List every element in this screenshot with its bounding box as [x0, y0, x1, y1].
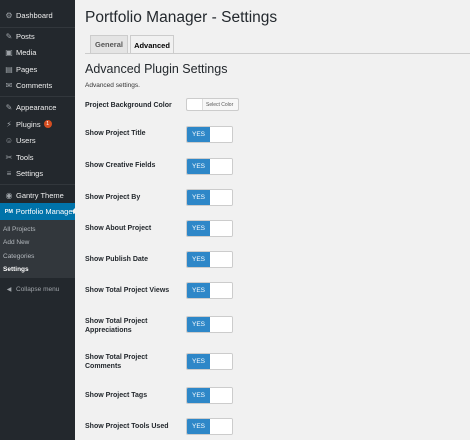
sidebar-item-dashboard[interactable]: ⚙ Dashboard: [0, 7, 75, 23]
sidebar-item-tools[interactable]: ✂ Tools: [0, 149, 75, 165]
tab-general[interactable]: General: [90, 35, 128, 53]
sidebar-item-label: Settings: [16, 168, 44, 178]
setting-label-total-project-comments: Show Total Project Comments: [85, 354, 148, 370]
sidebar-item-label: Users: [16, 135, 36, 145]
pin-icon: ✎: [5, 31, 13, 41]
submenu-categories[interactable]: Categories: [3, 253, 34, 260]
setting-label-total-project-appreciations: Show Total Project Appreciations: [85, 318, 148, 334]
submenu-settings[interactable]: Settings: [3, 266, 29, 273]
plugins-icon: ⚡: [6, 119, 12, 129]
sidebar-item-label: Plugins: [16, 119, 41, 129]
tools-icon: ✂: [5, 152, 13, 162]
sidebar-item-label: Posts: [16, 31, 35, 41]
setting-label-creative-fields: Show Creative Fields: [85, 162, 156, 169]
toggle-project-tags[interactable]: YES: [186, 387, 233, 404]
setting-label-project-title: Show Project Title: [85, 130, 146, 137]
toggle-on-state: YES: [187, 159, 210, 174]
toggle-about-project[interactable]: YES: [186, 220, 233, 237]
sidebar-item-comments[interactable]: ✉ Comments: [0, 77, 75, 93]
toggle-on-state: YES: [187, 127, 210, 142]
sidebar-item-settings[interactable]: ≡ Settings: [0, 165, 75, 181]
appearance-icon: ✎: [5, 102, 13, 112]
sidebar-item-pages[interactable]: ▤ Pages: [0, 61, 75, 77]
tab-advanced[interactable]: Advanced: [130, 35, 174, 54]
sidebar-item-gantry-theme[interactable]: ◉ Gantry Theme: [0, 187, 75, 203]
toggle-on-state: YES: [187, 283, 210, 298]
tab-divider: [85, 53, 470, 54]
collapse-menu-label: Collapse menu: [16, 285, 60, 293]
collapse-menu-button[interactable]: ◀ Collapse menu: [0, 281, 75, 297]
toggle-total-project-views[interactable]: YES: [186, 282, 233, 299]
toggle-project-title[interactable]: YES: [186, 126, 233, 143]
setting-label-project-tags: Show Project Tags: [85, 392, 148, 399]
settings-icon: ≡: [6, 168, 12, 178]
menu-separator: [0, 184, 75, 185]
toggle-on-state: YES: [187, 388, 210, 403]
setting-label-project-by: Show Project By: [85, 194, 141, 201]
toggle-project-tools-used[interactable]: YES: [186, 418, 233, 435]
sidebar-item-label: Portfolio Manager: [15, 207, 75, 216]
sidebar-item-portfolio-manager[interactable]: PM Portfolio Manager: [0, 203, 76, 220]
toggle-project-by[interactable]: YES: [186, 189, 233, 206]
sidebar-item-label: Tools: [16, 152, 34, 162]
media-icon: ▣: [5, 47, 13, 57]
submenu-all-projects[interactable]: All Projects: [3, 226, 36, 233]
toggle-on-state: YES: [187, 354, 210, 369]
submenu-add-new[interactable]: Add New: [3, 239, 29, 246]
setting-label-total-project-views: Show Total Project Views: [85, 287, 170, 294]
setting-label-publish-date: Show Publish Date: [85, 256, 149, 263]
color-field-label: Project Background Color: [85, 102, 172, 109]
settings-page: Portfolio Manager - Settings General Adv…: [75, 0, 470, 440]
sidebar-item-posts[interactable]: ✎ Posts: [0, 28, 75, 44]
users-icon: ☺: [4, 135, 14, 145]
collapse-icon: ◀: [6, 286, 12, 293]
portfolio-submenu: All Projects Add New Categories Settings: [0, 220, 75, 278]
update-count-badge: 1: [43, 120, 52, 128]
setting-label-about-project: Show About Project: [85, 225, 152, 232]
toggle-publish-date[interactable]: YES: [186, 251, 233, 268]
toggle-on-state: YES: [187, 221, 210, 236]
sidebar-item-label: Appearance: [16, 102, 57, 112]
dashboard-icon: ⚙: [5, 10, 13, 20]
toggle-on-state: YES: [187, 419, 210, 434]
sidebar-item-label: Comments: [16, 80, 53, 90]
section-heading: Advanced Plugin Settings: [85, 62, 228, 76]
sidebar-item-appearance[interactable]: ✎ Appearance: [0, 99, 75, 115]
gantry-icon: ◉: [5, 190, 13, 200]
section-description: Advanced settings.: [85, 82, 140, 89]
admin-sidebar: ⚙ Dashboard ✎ Posts ▣ Media ▤ Pages ✉ Co…: [0, 0, 76, 440]
comments-icon: ✉: [5, 80, 13, 90]
menu-separator: [0, 96, 75, 97]
background-color-picker[interactable]: Select Color: [186, 98, 239, 111]
sidebar-item-plugins[interactable]: ⚡ Plugins 1: [0, 116, 75, 132]
toggle-total-project-comments[interactable]: YES: [186, 353, 233, 370]
toggle-on-state: YES: [187, 190, 210, 205]
sidebar-item-label: Dashboard: [16, 10, 53, 20]
toggle-on-state: YES: [187, 317, 210, 332]
sidebar-item-label: Media: [16, 47, 37, 57]
color-swatch: [187, 99, 203, 110]
sidebar-item-label: Gantry Theme: [16, 190, 64, 200]
sidebar-item-users[interactable]: ☺ Users: [0, 132, 75, 148]
select-color-text: Select Color: [206, 101, 234, 108]
toggle-creative-fields[interactable]: YES: [186, 158, 233, 175]
toggle-total-project-appreciations[interactable]: YES: [186, 316, 233, 333]
toggle-on-state: YES: [187, 252, 210, 267]
page-title: Portfolio Manager - Settings: [85, 9, 278, 26]
setting-label-project-tools-used: Show Project Tools Used: [85, 423, 169, 430]
sidebar-item-label: Pages: [16, 64, 38, 74]
portfolio-icon: PM: [4, 208, 14, 215]
pages-icon: ▤: [5, 64, 13, 74]
sidebar-item-media[interactable]: ▣ Media: [0, 44, 75, 60]
